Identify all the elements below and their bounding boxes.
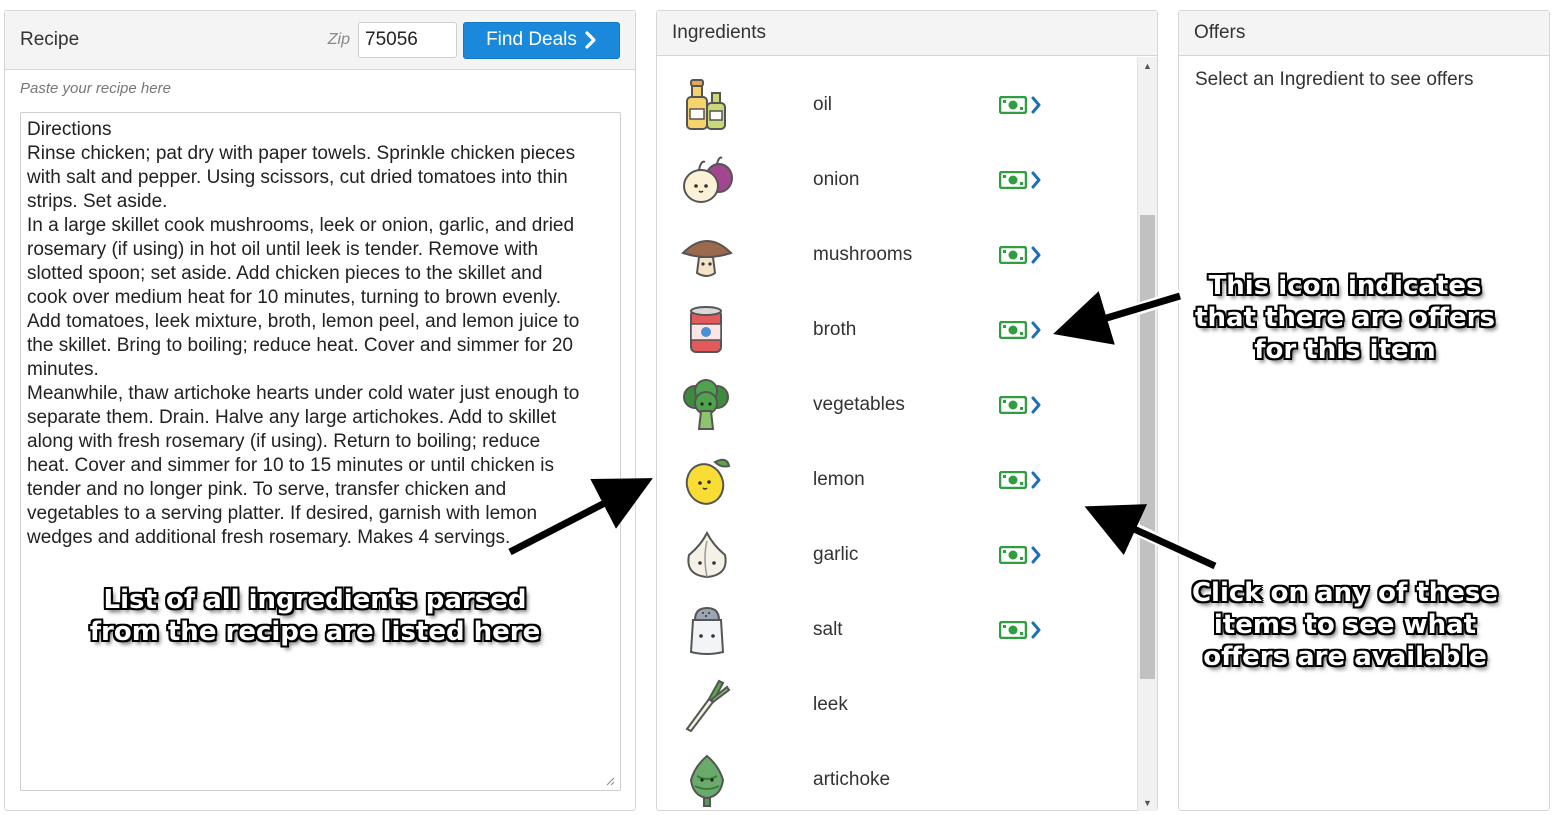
ingredient-name: leek (813, 693, 848, 715)
ingredient-name: garlic (813, 543, 859, 565)
ingredient-row-leek[interactable]: leek (657, 667, 1137, 742)
money-icon (999, 395, 1027, 414)
zip-group: Zip Find Deals (327, 21, 620, 59)
recipe-textarea[interactable]: Directions Rinse chicken; pat dry with p… (20, 112, 621, 791)
annotation-line: that there are offers (1195, 303, 1495, 333)
offer-indicator[interactable] (999, 395, 1041, 414)
annotation-line: for this item (1254, 335, 1436, 365)
zip-label: Zip (327, 31, 350, 48)
offer-indicator[interactable] (999, 545, 1041, 564)
garlic-icon (687, 530, 727, 578)
find-deals-label: Find Deals (486, 29, 577, 50)
lemon-icon (685, 458, 731, 505)
ingredients-title: Ingredients (672, 22, 767, 43)
offers-header: Offers (1179, 11, 1549, 56)
salt-shaker-icon (689, 606, 725, 655)
ingredient-name: mushrooms (813, 243, 913, 265)
ingredient-row-artichoke[interactable]: artichoke (657, 742, 1137, 811)
annotation-line: items to see what (1213, 610, 1477, 640)
ingredients-panel: Ingredients oil onion mushrooms broth ve… (656, 10, 1158, 811)
offer-indicator[interactable] (999, 620, 1041, 639)
money-icon (999, 545, 1027, 564)
chevron-right-icon (1031, 621, 1041, 638)
onion-icon (683, 156, 733, 203)
annotation-click-items: Click on any of these items to see what … (1175, 577, 1515, 673)
money-icon (999, 470, 1027, 489)
annotation-line: from the recipe are listed here (89, 617, 541, 647)
annotation-ingredient-list: List of all ingredients parsed from the … (60, 584, 570, 648)
leek-icon (685, 679, 731, 732)
annotation-line: List of all ingredients parsed (103, 585, 527, 615)
annotation-line: Click on any of these (1191, 578, 1499, 608)
offers-empty-message: Select an Ingredient to see offers (1195, 69, 1474, 90)
offer-indicator[interactable] (999, 320, 1041, 339)
chevron-right-icon (1031, 546, 1041, 563)
ingredients-scrollbar[interactable]: ▲ ▼ (1137, 57, 1157, 811)
chevron-right-icon (1031, 396, 1041, 413)
money-icon (999, 320, 1027, 339)
ingredient-list: oil onion mushrooms broth vegetables lem… (657, 57, 1137, 811)
ingredient-name: lemon (813, 468, 865, 490)
ingredient-name: vegetables (813, 393, 905, 415)
offers-panel: Offers Select an Ingredient to see offer… (1178, 10, 1550, 811)
annotation-line: offers are available (1203, 642, 1487, 672)
mushroom-icon (681, 239, 733, 277)
resize-grip-icon[interactable] (605, 776, 615, 786)
ingredient-row-mushrooms[interactable]: mushrooms (657, 217, 1137, 292)
money-icon (999, 245, 1027, 264)
recipe-title: Recipe (20, 29, 80, 50)
chevron-right-icon (1031, 471, 1041, 488)
chevron-right-icon (1031, 246, 1041, 263)
offer-indicator[interactable] (999, 245, 1041, 264)
recipe-hint: Paste your recipe here (20, 80, 171, 97)
offer-indicator[interactable] (999, 95, 1041, 114)
money-icon (999, 170, 1027, 189)
ingredient-name: salt (813, 618, 843, 640)
ingredient-name: broth (813, 318, 857, 340)
chevron-right-icon (1031, 96, 1041, 113)
find-deals-button[interactable]: Find Deals (463, 21, 620, 59)
money-icon (999, 620, 1027, 639)
recipe-panel: Recipe Zip Find Deals Paste your recipe … (4, 10, 636, 811)
page: Recipe Zip Find Deals Paste your recipe … (0, 0, 1553, 815)
broccoli-icon (683, 378, 729, 430)
ingredient-name: oil (813, 93, 833, 115)
ingredients-header: Ingredients (657, 11, 1157, 56)
ingredient-row-vegetables[interactable]: vegetables (657, 367, 1137, 442)
chevron-right-icon (1031, 171, 1041, 188)
oil-bottles-icon (686, 78, 726, 130)
annotation-offer-icon: This icon indicates that there are offer… (1175, 270, 1515, 366)
chevron-right-icon (1031, 321, 1041, 338)
money-icon (999, 95, 1027, 114)
scroll-down-arrow-icon[interactable]: ▼ (1138, 794, 1157, 811)
scroll-up-arrow-icon[interactable]: ▲ (1138, 57, 1157, 74)
ingredient-name: artichoke (813, 768, 891, 790)
offer-indicator[interactable] (999, 170, 1041, 189)
ingredient-row-lemon[interactable]: lemon (657, 442, 1137, 517)
ingredient-name: onion (813, 168, 860, 190)
recipe-header: Recipe Zip Find Deals (5, 11, 635, 70)
chevron-right-icon (585, 31, 596, 49)
ingredient-row-onion[interactable]: onion (657, 142, 1137, 217)
artichoke-icon (689, 754, 725, 807)
ingredient-row-broth[interactable]: broth (657, 292, 1137, 367)
broth-can-icon (690, 305, 722, 353)
ingredient-row-garlic[interactable]: garlic (657, 517, 1137, 592)
ingredient-row-oil[interactable]: oil (657, 67, 1137, 142)
annotation-line: This icon indicates (1208, 271, 1482, 301)
scrollbar-thumb[interactable] (1140, 215, 1155, 679)
zip-input[interactable] (358, 22, 457, 58)
ingredient-row-salt[interactable]: salt (657, 592, 1137, 667)
offer-indicator[interactable] (999, 470, 1041, 489)
offers-title: Offers (1194, 22, 1246, 43)
